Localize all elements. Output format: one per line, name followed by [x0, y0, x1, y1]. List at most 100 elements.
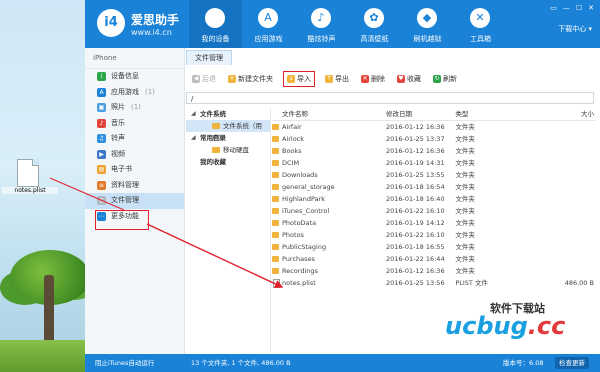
table-row[interactable]: HighlandPark 2016-01-18 16:40 文件夹 [272, 193, 596, 205]
cell-date: 2016-01-22 16:10 [386, 207, 445, 215]
folder-tree: ◢ 文件系统文件系统（用户） ◢ 常用目录移动硬盘 我的收藏 [186, 108, 271, 352]
table-row[interactable]: Downloads 2016-01-25 13:55 文件夹 [272, 169, 596, 181]
path-input[interactable]: / [186, 92, 594, 104]
toolbar-button-2[interactable]: ↓ 导入 [283, 71, 315, 87]
menu-icon[interactable]: — [563, 4, 570, 12]
cell-size [555, 121, 596, 133]
cell-name: Books [272, 145, 386, 157]
folder-icon [272, 244, 279, 250]
table-row[interactable]: Photos 2016-01-22 16:10 文件夹 [272, 229, 596, 241]
sidebar-item-label: 照片 [111, 103, 125, 111]
folder-icon [272, 220, 279, 226]
toolbar-button-6[interactable]: ↻ 刷新 [431, 72, 459, 86]
cell-name: PublicStaging [272, 241, 386, 253]
close-icon[interactable]: ✕ [588, 4, 594, 12]
desktop-file-icon[interactable] [17, 159, 39, 187]
header-name[interactable]: 文件名称 [272, 108, 386, 120]
table-row[interactable]: Recordings 2016-01-12 16:36 文件夹 [272, 265, 596, 277]
sidebar-item-5[interactable]: ▶ 视频 [85, 147, 184, 163]
nav-item-4[interactable]: ◆ 刷机越狱 [401, 0, 454, 48]
tree-item-3[interactable]: 移动硬盘 [186, 144, 270, 156]
cell-type: 文件夹 [455, 243, 475, 251]
table-row[interactable]: general_storage 2016-01-18 16:54 文件夹 [272, 181, 596, 193]
expand-arrow-icon[interactable]: ◢ [191, 132, 196, 144]
table-row[interactable]: notes.plist 2016-01-25 13:56 PLIST 文件 486.0… [272, 277, 596, 289]
folder-icon [272, 208, 279, 214]
tab-file-manager[interactable]: 文件管理 [186, 50, 232, 65]
cell-name-text: Airlock [282, 135, 305, 143]
sidebar-item-6[interactable]: ▤ 电子书 [85, 162, 184, 178]
block-itunes-toggle[interactable]: 阻止iTunes自动运行 [95, 354, 154, 372]
cell-date: 2016-01-25 13:37 [386, 135, 445, 143]
sidebar-item-count: (1) [145, 87, 155, 96]
sidebar-item-label: 视频 [111, 149, 125, 158]
toolbar-button-5[interactable]: ♥ 收藏 [395, 72, 423, 86]
toolbar-button-0[interactable]: ◀ 后退 [190, 72, 218, 86]
nav-item-3[interactable]: ✿ 高清壁纸 [348, 0, 401, 48]
sidebar-item-icon: ▶ [97, 149, 106, 159]
header-date[interactable]: 修改日期 [386, 108, 455, 120]
folder-icon [272, 172, 279, 178]
cell-size [555, 217, 596, 229]
main-nav: 我的设备 A 应用游戏 ♪ 酷炫铃声 ✿ 高清壁纸 ◆ 刷机越狱 ✕ 工具箱 [189, 0, 507, 48]
sidebar-item-8[interactable]: ▯ 文件管理 [85, 193, 184, 209]
nav-item-1[interactable]: A 应用游戏 [242, 0, 295, 48]
table-row[interactable]: Airfair 2016-01-12 16:36 文件夹 [272, 121, 596, 133]
cell-date: 2016-01-19 14:31 [386, 159, 445, 167]
nav-item-5[interactable]: ✕ 工具箱 [454, 0, 507, 48]
sidebar-item-2[interactable]: ▣ 照片 (1) [85, 100, 184, 116]
cell-size [555, 145, 596, 157]
sidebar-item-icon: ▯ [97, 196, 106, 205]
toolbar-button-3[interactable]: ↑ 导出 [323, 72, 351, 86]
table-row[interactable]: Books 2016-01-12 16:36 文件夹 [272, 145, 596, 157]
logo-icon: i4 [97, 9, 125, 37]
table-row[interactable]: PhotoData 2016-01-19 14:12 文件夹 [272, 217, 596, 229]
tree-item-1[interactable]: 文件系统（用户） [186, 120, 270, 142]
sidebar-item-icon: ≡ [97, 180, 106, 190]
tree-item-4[interactable]: 我的收藏 [186, 156, 270, 168]
table-row[interactable]: Airlock 2016-01-25 13:37 文件夹 [272, 133, 596, 145]
table-row[interactable]: PublicStaging 2016-01-18 16:55 文件夹 [272, 241, 596, 253]
sidebar-list: i 设备信息 A 应用游戏 (1) ▣ 照片 (1) ♪ 音乐 ♫ 铃声 ▶ 视频 ▤ 电子书 ≡ 资料管理 ▯ 文件… [85, 69, 184, 224]
toolbar-button-4[interactable]: ✕ 删除 [359, 72, 387, 86]
cell-name-text: DCIM [282, 159, 300, 167]
check-update-button[interactable]: 检查更新 [555, 357, 589, 369]
tree-item-0[interactable]: ◢ 文件系统 [186, 108, 270, 120]
sidebar-item-4[interactable]: ♫ 铃声 [85, 131, 184, 147]
expand-arrow-icon[interactable]: ◢ [191, 108, 196, 120]
table-body: Airfair 2016-01-12 16:36 文件夹 Airlock 2016-01… [272, 121, 596, 289]
sidebar-item-7[interactable]: ≡ 资料管理 [85, 178, 184, 194]
header-size[interactable]: 大小 [555, 108, 596, 120]
header-type[interactable]: 类型 [455, 108, 555, 120]
cell-size [555, 229, 596, 241]
cell-name-text: Photos [282, 231, 304, 239]
folder-icon [272, 136, 279, 142]
cell-name-text: Recordings [282, 267, 318, 275]
tree-item-label: 常用目录 [200, 134, 226, 142]
nav-item-0[interactable]: 我的设备 [189, 0, 242, 48]
table-row[interactable]: DCIM 2016-01-19 14:31 文件夹 [272, 157, 596, 169]
cell-date: 2016-01-25 13:56 [386, 279, 445, 287]
download-center-button[interactable]: 下载中心 ▾ [558, 24, 592, 34]
desktop-file-label[interactable]: notes.plist [2, 187, 58, 194]
grass-decoration [0, 340, 96, 372]
tree-item-label: 文件系统 [200, 110, 226, 118]
file-icon [273, 279, 280, 288]
cell-type: 文件夹 [455, 267, 475, 275]
cell-date: 2016-01-22 16:10 [386, 231, 445, 239]
cell-name-text: PublicStaging [282, 243, 327, 251]
skin-icon[interactable]: ▭ [550, 4, 557, 12]
table-row[interactable]: Purchases 2016-01-22 16:44 文件夹 [272, 253, 596, 265]
cell-date: 2016-01-18 16:55 [386, 243, 445, 251]
cell-name: DCIM [272, 157, 386, 169]
sidebar-item-0[interactable]: i 设备信息 [85, 69, 184, 85]
sidebar-item-3[interactable]: ♪ 音乐 [85, 116, 184, 132]
sidebar-item-icon: A [97, 87, 106, 97]
toolbar-button-1[interactable]: + 新建文件夹 [226, 72, 275, 86]
nav-item-2[interactable]: ♪ 酷炫铃声 [295, 0, 348, 48]
toolbar-button-icon: ↑ [325, 75, 333, 83]
table-row[interactable]: iTunes_Control 2016-01-22 16:10 文件夹 [272, 205, 596, 217]
maximize-icon[interactable]: ☐ [576, 4, 582, 12]
sidebar-item-1[interactable]: A 应用游戏 (1) [85, 85, 184, 101]
tree-item-2[interactable]: ◢ 常用目录 [186, 132, 270, 144]
